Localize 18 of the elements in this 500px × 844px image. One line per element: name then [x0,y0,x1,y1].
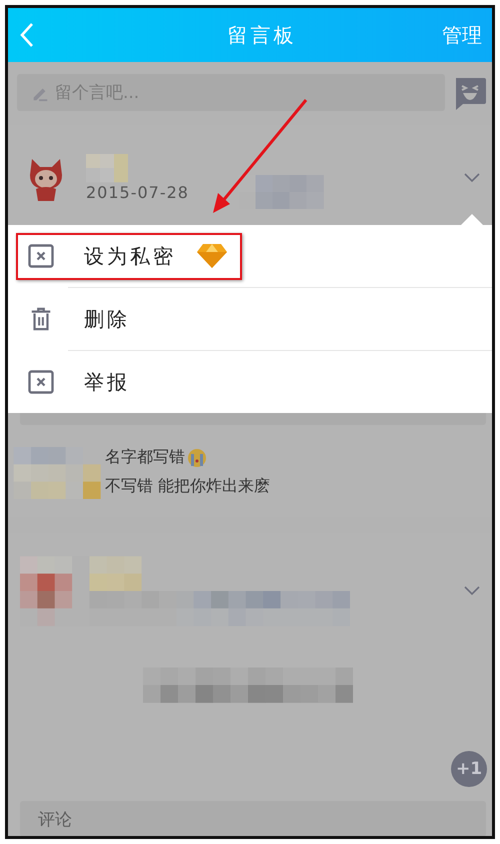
back-icon[interactable] [20,22,34,48]
chevron-down-icon[interactable] [464,586,480,596]
menu-item-label: 删除 [84,306,130,332]
x-box-icon [28,370,54,394]
menu-item-label: 设为私密 [84,242,176,270]
reply-text: 名字都写错 [105,447,185,468]
post-date: 2015-07-28 [86,182,189,202]
chevron-down-icon[interactable] [464,173,480,183]
crying-emoji-icon [187,448,207,468]
x-box-icon [28,244,54,268]
menu-item[interactable]: 举报 [16,358,144,406]
smiley-chat-icon[interactable] [453,76,487,110]
page-title: 留言板 [228,22,296,48]
menu-item-label: 举报 [84,368,130,396]
diamond-icon [196,243,228,269]
menu-item[interactable]: 删除 [16,296,144,342]
reply-text: 不写错 能把你炸出来麽 [105,476,270,497]
menu-item[interactable]: 设为私密 [16,232,242,280]
